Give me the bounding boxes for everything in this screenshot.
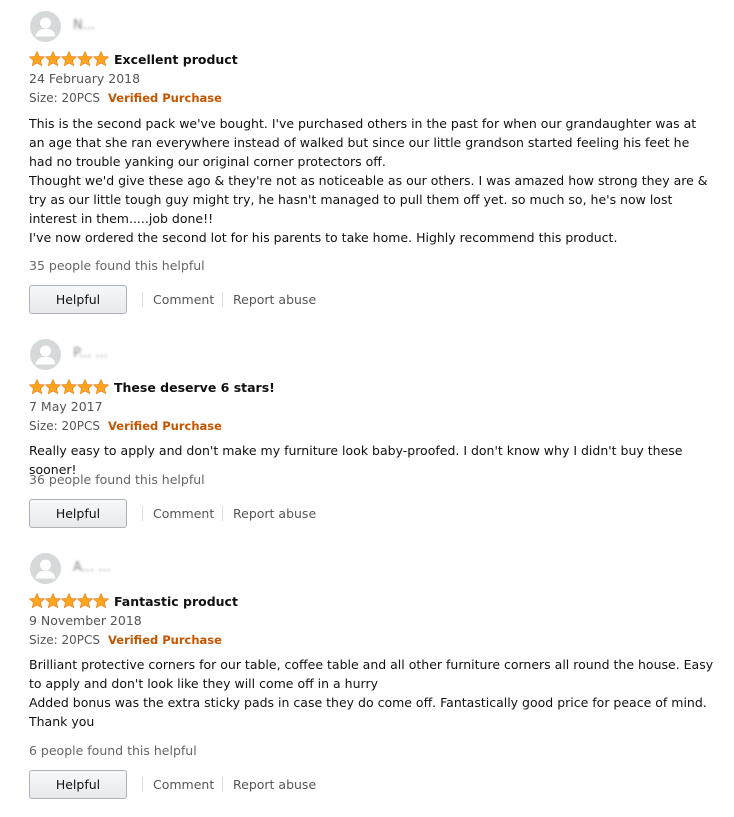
review-title[interactable]: These deserve 6 stars! [114, 379, 275, 397]
verified-purchase-badge: Verified Purchase [108, 633, 222, 647]
divider [142, 292, 143, 307]
review-meta: Size: 20PCS Verified Purchase [29, 632, 222, 649]
star-icon [92, 379, 109, 395]
review-paragraph: I've now ordered the second lot for his … [29, 230, 618, 245]
report-abuse-link[interactable]: Report abuse [233, 505, 316, 522]
reviewer-name: P... ... [73, 346, 108, 361]
review-meta: Size: 20PCS Verified Purchase [29, 90, 222, 107]
star-icon [44, 593, 62, 609]
star-rating-icon[interactable] [29, 379, 109, 395]
review-title[interactable]: Fantastic product [114, 593, 238, 611]
helpful-count: 36 people found this helpful [29, 472, 205, 487]
comment-link[interactable]: Comment [153, 776, 214, 793]
review-date: 9 November 2018 [29, 613, 142, 628]
star-icon [76, 379, 94, 395]
verified-purchase-badge: Verified Purchase [108, 419, 222, 433]
avatar-icon [30, 11, 61, 42]
star-icon [60, 593, 78, 609]
review-date: 7 May 2017 [29, 399, 103, 414]
star-icon [76, 593, 94, 609]
divider [222, 292, 223, 307]
reviewer-name: A... ... [73, 560, 111, 575]
star-icon [92, 51, 109, 67]
star-icon [92, 593, 109, 609]
avatar-icon [30, 553, 61, 584]
reviewer-name: N... [73, 18, 96, 33]
review-body: This is the second pack we've bought. I'… [29, 114, 714, 247]
review-paragraph: Thought we'd give these ago & they're no… [29, 173, 708, 226]
star-icon [44, 379, 62, 395]
report-abuse-link[interactable]: Report abuse [233, 291, 316, 308]
star-icon [29, 379, 46, 395]
review-body: Brilliant protective corners for our tab… [29, 655, 714, 731]
divider [222, 506, 223, 521]
divider [222, 777, 223, 792]
product-size[interactable]: Size: 20PCS [29, 91, 100, 105]
comment-link[interactable]: Comment [153, 505, 214, 522]
reviewer-profile[interactable]: P... ... [30, 339, 330, 371]
divider [142, 777, 143, 792]
reviewer-profile[interactable]: A... ... [30, 553, 330, 585]
review-paragraph: This is the second pack we've bought. I'… [29, 116, 697, 169]
report-abuse-link[interactable]: Report abuse [233, 776, 316, 793]
review-meta: Size: 20PCS Verified Purchase [29, 418, 222, 435]
verified-purchase-badge: Verified Purchase [108, 91, 222, 105]
star-icon [60, 51, 78, 67]
avatar-icon [30, 339, 61, 370]
star-rating-icon[interactable] [29, 51, 109, 67]
helpful-count: 35 people found this helpful [29, 258, 205, 273]
review-title[interactable]: Excellent product [114, 51, 238, 69]
reviewer-profile[interactable]: N... [30, 11, 330, 43]
helpful-button[interactable]: Helpful [29, 499, 127, 528]
review-actions: Helpful Comment Report abuse [29, 285, 429, 315]
review-date: 24 February 2018 [29, 71, 141, 86]
star-rating-icon[interactable] [29, 593, 109, 609]
review-actions: Helpful Comment Report abuse [29, 499, 429, 529]
helpful-count: 6 people found this helpful [29, 743, 197, 758]
star-icon [29, 51, 46, 67]
divider [142, 506, 143, 521]
review-actions: Helpful Comment Report abuse [29, 770, 429, 800]
star-icon [44, 51, 62, 67]
helpful-button[interactable]: Helpful [29, 770, 127, 799]
product-size[interactable]: Size: 20PCS [29, 633, 100, 647]
review-paragraph: Brilliant protective corners for our tab… [29, 657, 714, 691]
review-paragraph: Added bonus was the extra sticky pads in… [29, 695, 707, 729]
star-icon [76, 51, 94, 67]
helpful-button[interactable]: Helpful [29, 285, 127, 314]
product-size[interactable]: Size: 20PCS [29, 419, 100, 433]
star-icon [29, 593, 46, 609]
star-icon [60, 379, 78, 395]
comment-link[interactable]: Comment [153, 291, 214, 308]
